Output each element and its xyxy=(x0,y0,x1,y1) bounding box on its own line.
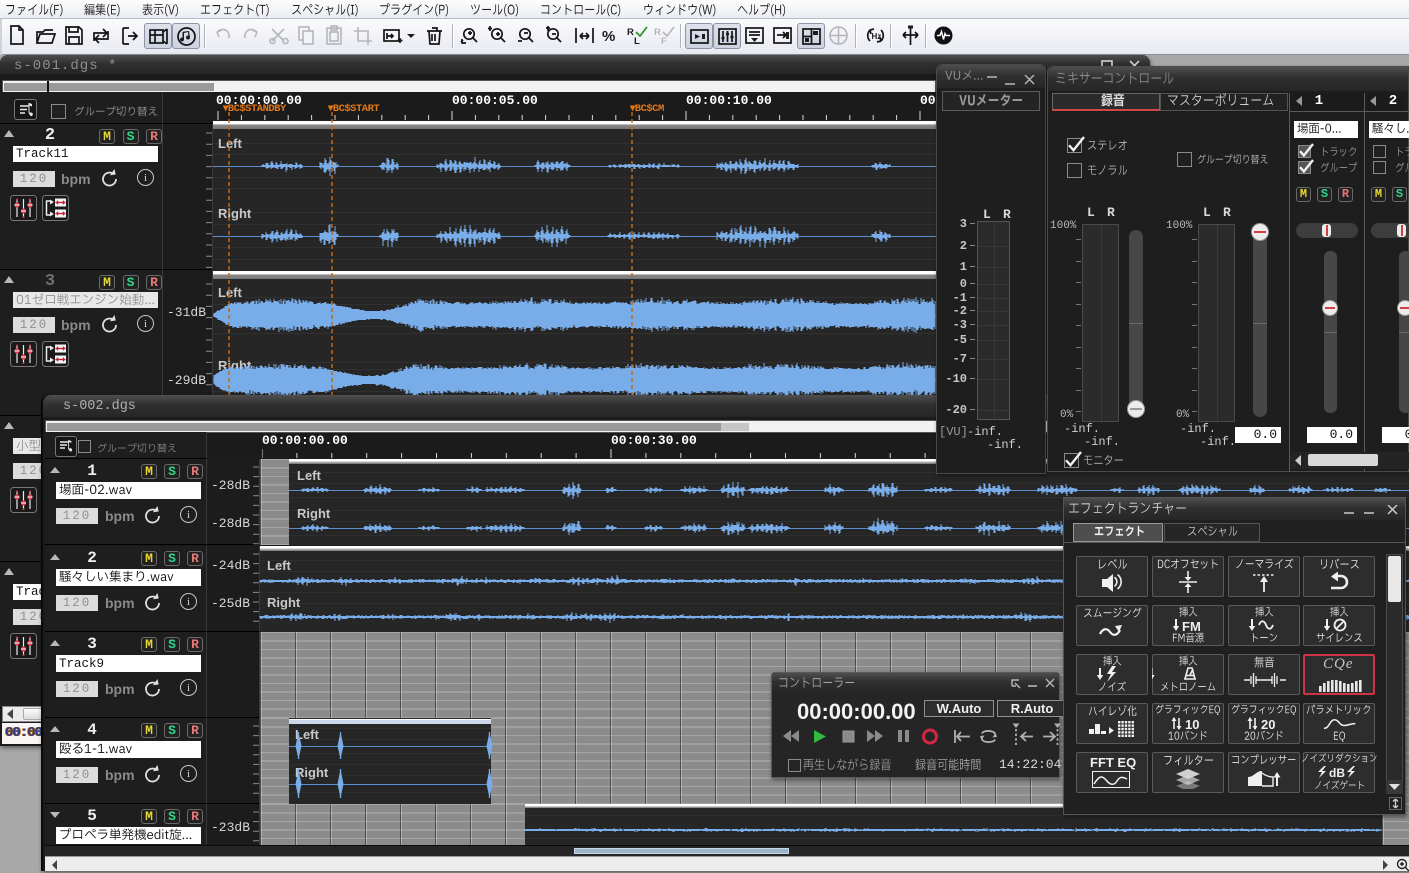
svg-text:L: L xyxy=(634,36,640,47)
svg-text:R: R xyxy=(654,27,661,38)
svg-text:dB: dB xyxy=(1329,766,1345,780)
svg-text:R: R xyxy=(627,27,634,38)
svg-text:%: % xyxy=(602,28,615,45)
svg-text:F: F xyxy=(661,36,667,47)
svg-text:Hz: Hz xyxy=(872,32,882,41)
